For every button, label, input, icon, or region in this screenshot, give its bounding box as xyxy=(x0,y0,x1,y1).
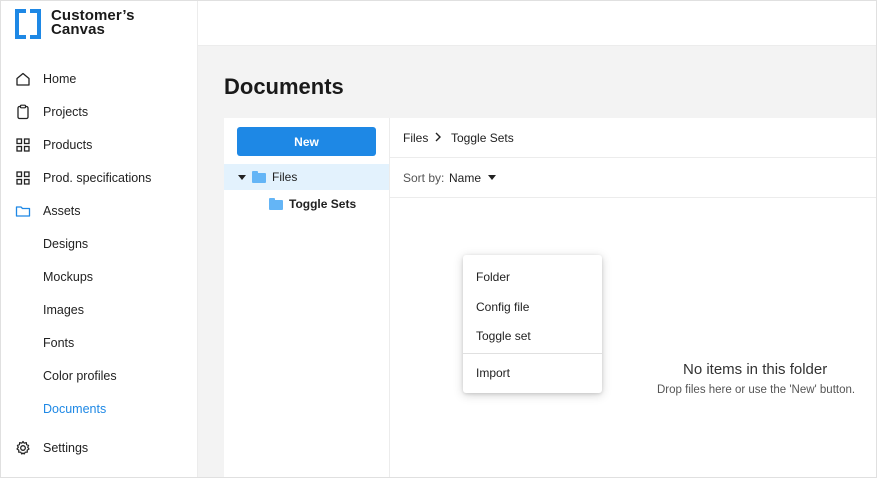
breadcrumb-item-files[interactable]: Files xyxy=(403,131,428,145)
sidebar-item-label: Settings xyxy=(43,441,89,455)
empty-state-title: No items in this folder xyxy=(683,361,828,378)
folder-icon xyxy=(15,206,31,217)
sidebar-item-label: Designs xyxy=(43,237,89,251)
menu-item-folder[interactable]: Folder xyxy=(463,262,602,292)
clipboard-icon xyxy=(17,104,29,120)
sidebar-item-designs[interactable]: Designs xyxy=(1,229,197,259)
sidebar-item-fonts[interactable]: Fonts xyxy=(1,328,197,358)
grid-icon xyxy=(16,138,30,152)
app-window: Customer’s Canvas Home Projects Products… xyxy=(0,0,877,478)
chevron-right-icon xyxy=(435,132,441,142)
logo-mark-icon xyxy=(15,9,41,39)
new-button[interactable]: New xyxy=(237,127,376,156)
sort-dropdown[interactable]: Name xyxy=(449,158,509,197)
sidebar-item-prod-specifications[interactable]: Prod. specifications xyxy=(1,163,197,193)
sidebar-item-label: Color profiles xyxy=(43,369,117,383)
caret-down-icon[interactable] xyxy=(238,175,246,180)
tree-item-files[interactable]: Files xyxy=(224,164,389,190)
logo-line-2: Canvas xyxy=(51,21,105,38)
tree-item-label: Files xyxy=(272,170,298,184)
sidebar: Customer’s Canvas Home Projects Products… xyxy=(1,1,198,477)
grid-icon xyxy=(16,171,30,185)
menu-item-import[interactable]: Import xyxy=(463,358,602,388)
empty-state-subtitle: Drop files here or use the 'New' button. xyxy=(657,384,856,396)
breadcrumb-item-current: Toggle Sets xyxy=(451,130,514,145)
breadcrumb: Files Toggle Sets xyxy=(390,118,876,158)
tree-item-toggle-sets[interactable]: Toggle Sets xyxy=(224,191,389,217)
sidebar-item-label: Products xyxy=(43,138,93,152)
sidebar-item-home[interactable]: Home xyxy=(1,64,197,94)
sidebar-item-assets[interactable]: Assets xyxy=(1,196,197,226)
sidebar-item-label: Images xyxy=(43,303,84,317)
sidebar-item-settings[interactable]: Settings xyxy=(1,433,197,463)
caret-down-icon xyxy=(488,175,497,180)
sidebar-item-documents[interactable]: Documents xyxy=(1,394,197,424)
gear-icon xyxy=(16,440,30,455)
sidebar-item-label: Mockups xyxy=(43,270,94,284)
sidebar-item-label: Fonts xyxy=(43,336,75,350)
folder-icon xyxy=(269,198,283,210)
folder-icon xyxy=(252,171,266,183)
sidebar-item-products[interactable]: Products xyxy=(1,130,197,160)
new-dropdown-menu: Folder Config file Toggle set Import xyxy=(463,255,602,393)
top-bar xyxy=(198,1,876,46)
sidebar-item-color-profiles[interactable]: Color profiles xyxy=(1,361,197,391)
sidebar-item-mockups[interactable]: Mockups xyxy=(1,262,197,292)
sidebar-item-label: Documents xyxy=(43,402,107,416)
page-title: Documents xyxy=(224,74,344,99)
sidebar-item-projects[interactable]: Projects xyxy=(1,97,197,127)
sidebar-item-label: Home xyxy=(43,72,77,86)
menu-item-config-file[interactable]: Config file xyxy=(463,292,602,322)
menu-divider xyxy=(463,353,602,354)
tree-item-label: Toggle Sets xyxy=(289,197,357,211)
sidebar-item-label: Projects xyxy=(43,105,89,119)
sort-value: Name xyxy=(449,170,482,185)
sort-bar: Sort by: Name xyxy=(390,158,876,198)
sidebar-item-images[interactable]: Images xyxy=(1,295,197,325)
sidebar-item-label: Assets xyxy=(43,204,81,218)
logo[interactable]: Customer’s Canvas xyxy=(15,8,135,39)
menu-item-toggle-set[interactable]: Toggle set xyxy=(463,321,602,351)
sort-label: Sort by: xyxy=(403,170,445,185)
home-icon xyxy=(16,72,30,86)
sidebar-item-label: Prod. specifications xyxy=(43,171,152,185)
folder-tree: New Files Toggle Sets xyxy=(224,118,390,477)
